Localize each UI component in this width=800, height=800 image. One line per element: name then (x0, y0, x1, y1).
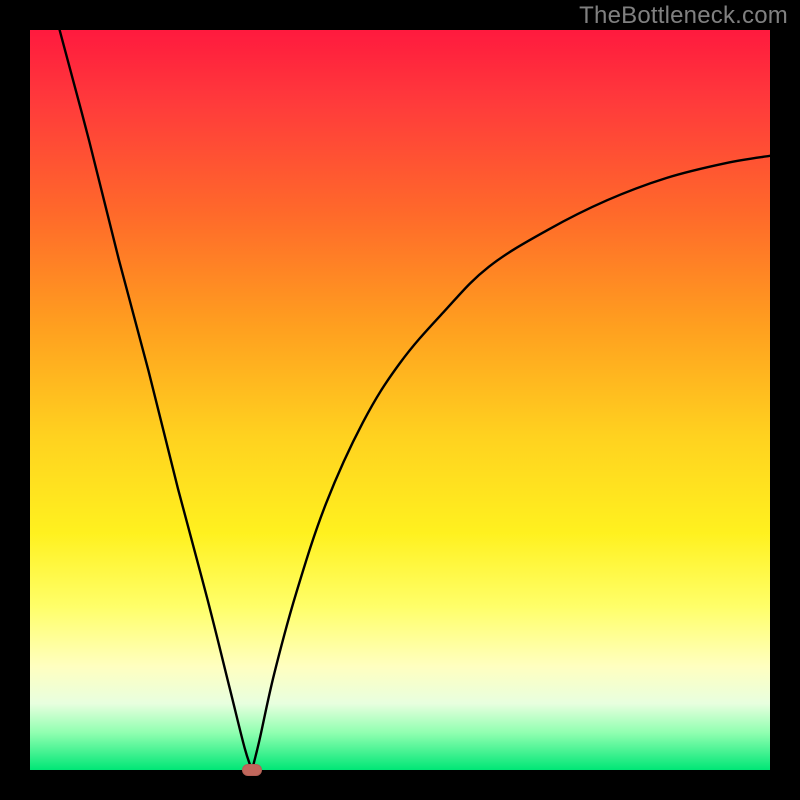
watermark-text: TheBottleneck.com (579, 2, 788, 30)
plot-area (30, 30, 770, 770)
curve-svg (30, 30, 770, 770)
bottleneck-curve-left (60, 30, 252, 770)
bottleneck-curve-right (252, 156, 770, 770)
minimum-marker (242, 764, 262, 776)
chart-frame: TheBottleneck.com (0, 0, 800, 800)
